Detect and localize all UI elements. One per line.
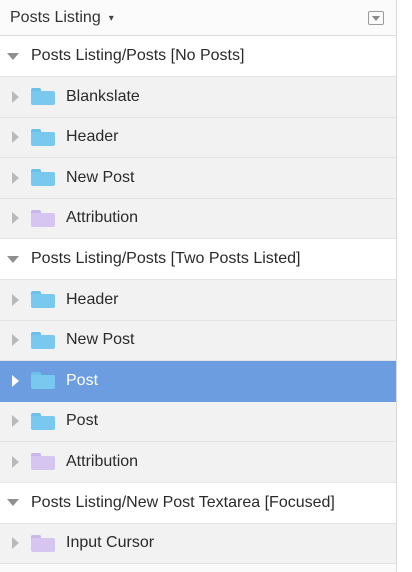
group-header[interactable]: Posts Listing/New Post Textarea [Focused… (0, 482, 396, 524)
page-selector[interactable]: Posts Listing (10, 9, 101, 27)
layer-row-selected[interactable]: Post (0, 361, 396, 402)
folder-icon (31, 88, 55, 106)
folder-icon (31, 128, 55, 146)
folder-icon (31, 372, 55, 390)
disclosure-expanded-icon[interactable] (7, 499, 19, 506)
panel-menu-button[interactable] (368, 10, 384, 25)
folder-icon (31, 453, 55, 471)
layer-row[interactable]: Header (0, 280, 396, 321)
disclosure-expanded-icon[interactable] (7, 52, 19, 60)
disclosure-collapsed-icon[interactable] (12, 415, 19, 428)
layer-row[interactable]: Header (0, 117, 396, 158)
folder-icon (31, 291, 55, 309)
layer-label: Blankslate (66, 87, 140, 105)
disclosure-collapsed-icon[interactable] (12, 374, 19, 387)
layer-row[interactable]: Attribution (0, 442, 396, 483)
layer-label: Header (66, 128, 119, 146)
group-header[interactable]: Posts Listing/Posts [Two Posts Listed] (0, 239, 396, 280)
layer-row[interactable]: Blankslate (0, 77, 396, 118)
folder-icon (31, 331, 55, 349)
layers-panel: Posts Listing ▾ Posts Listing/Posts [No … (0, 0, 397, 572)
disclosure-collapsed-icon[interactable] (12, 212, 19, 225)
layer-label: Post (66, 371, 99, 389)
canvas-edge (397, 0, 412, 572)
chevron-down-icon[interactable]: ▾ (109, 13, 114, 24)
group-label: Posts Listing/New Post Textarea [Focused… (31, 493, 335, 511)
layer-label: New Post (66, 331, 135, 349)
layer-label: Attribution (66, 209, 139, 227)
disclosure-collapsed-icon[interactable] (12, 293, 19, 306)
panel-header: Posts Listing ▾ (0, 0, 396, 36)
folder-icon (31, 169, 55, 187)
layer-label: Header (66, 290, 119, 308)
disclosure-collapsed-icon[interactable] (12, 90, 19, 103)
folder-icon (31, 412, 55, 430)
layer-label: New Post (66, 168, 135, 186)
layer-row[interactable]: New Post (0, 158, 396, 199)
layer-row[interactable]: Input Cursor (0, 523, 396, 564)
group-header[interactable]: Posts Listing/Posts [No Posts] (0, 36, 396, 77)
folder-icon (31, 209, 55, 227)
disclosure-collapsed-icon[interactable] (12, 131, 19, 144)
group-label: Posts Listing/Posts [No Posts] (31, 47, 245, 64)
layer-row[interactable]: Attribution (0, 198, 396, 239)
disclosure-collapsed-icon[interactable] (12, 455, 19, 468)
group-label: Posts Listing/Posts [Two Posts Listed] (31, 250, 301, 267)
disclosure-expanded-icon[interactable] (7, 255, 19, 263)
disclosure-collapsed-icon[interactable] (12, 334, 19, 347)
layer-row[interactable]: New Post (0, 320, 396, 361)
layer-label: Attribution (66, 452, 139, 470)
disclosure-collapsed-icon[interactable] (12, 537, 19, 550)
dropdown-icon (372, 16, 380, 21)
folder-icon (31, 534, 55, 552)
layer-row[interactable]: Post (0, 401, 396, 442)
disclosure-collapsed-icon[interactable] (12, 171, 19, 184)
layer-label: Input Cursor (66, 534, 155, 552)
layer-label: Post (66, 412, 99, 430)
